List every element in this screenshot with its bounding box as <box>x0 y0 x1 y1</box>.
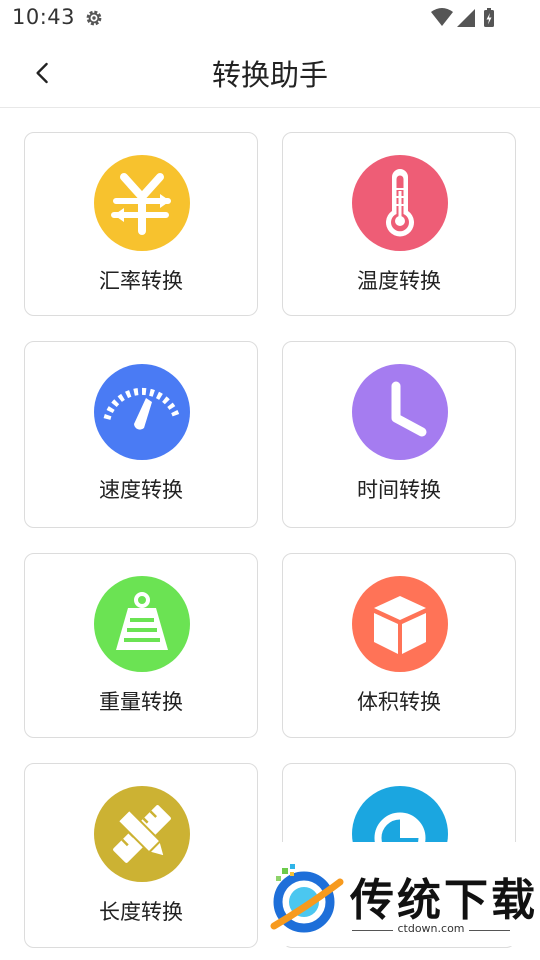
tool-card-label: 时间转换 <box>357 478 441 502</box>
speedometer-icon <box>94 364 190 460</box>
tool-card-time[interactable]: 时间转换 <box>282 341 516 528</box>
status-icons <box>430 7 500 29</box>
status-bar: 10:43 <box>0 0 540 38</box>
cube-icon <box>352 576 448 672</box>
cell-signal-icon <box>457 9 475 27</box>
wifi-icon <box>431 8 453 26</box>
thermometer-icon <box>352 155 448 251</box>
gear-icon <box>84 8 104 28</box>
ruler-pencil-icon <box>94 786 190 882</box>
tool-card-length[interactable]: 长度转换 <box>24 763 258 948</box>
tool-card-label: 温度转换 <box>357 269 441 293</box>
tool-card-volume[interactable]: 体积转换 <box>282 553 516 738</box>
tool-card-label: 速度转换 <box>99 478 183 502</box>
weight-icon <box>94 576 190 672</box>
status-time: 10:43 <box>12 5 76 29</box>
page-title: 转换助手 <box>211 58 328 92</box>
app-bar: 转换助手 <box>0 38 540 108</box>
yen-exchange-icon <box>94 155 190 251</box>
tool-card-label: 汇率转换 <box>99 269 183 293</box>
tool-card-speed[interactable]: 速度转换 <box>24 341 258 528</box>
tool-card-exchange-rate[interactable]: 汇率转换 <box>24 132 258 316</box>
ctdown-logo-icon <box>268 862 344 938</box>
tool-card-temperature[interactable]: 温度转换 <box>282 132 516 316</box>
clock-icon <box>352 364 448 460</box>
battery-charging-icon <box>484 8 494 27</box>
tool-card-label: 重量转换 <box>99 690 183 714</box>
tool-card-label: 长度转换 <box>99 900 183 924</box>
watermark-domain: ctdown.com <box>352 922 510 935</box>
tool-card-weight[interactable]: 重量转换 <box>24 553 258 738</box>
watermark-brand: 传统下载 <box>350 875 538 926</box>
tool-card-label: 体积转换 <box>357 690 441 714</box>
watermark: 传统下载 ctdown.com <box>262 842 540 946</box>
